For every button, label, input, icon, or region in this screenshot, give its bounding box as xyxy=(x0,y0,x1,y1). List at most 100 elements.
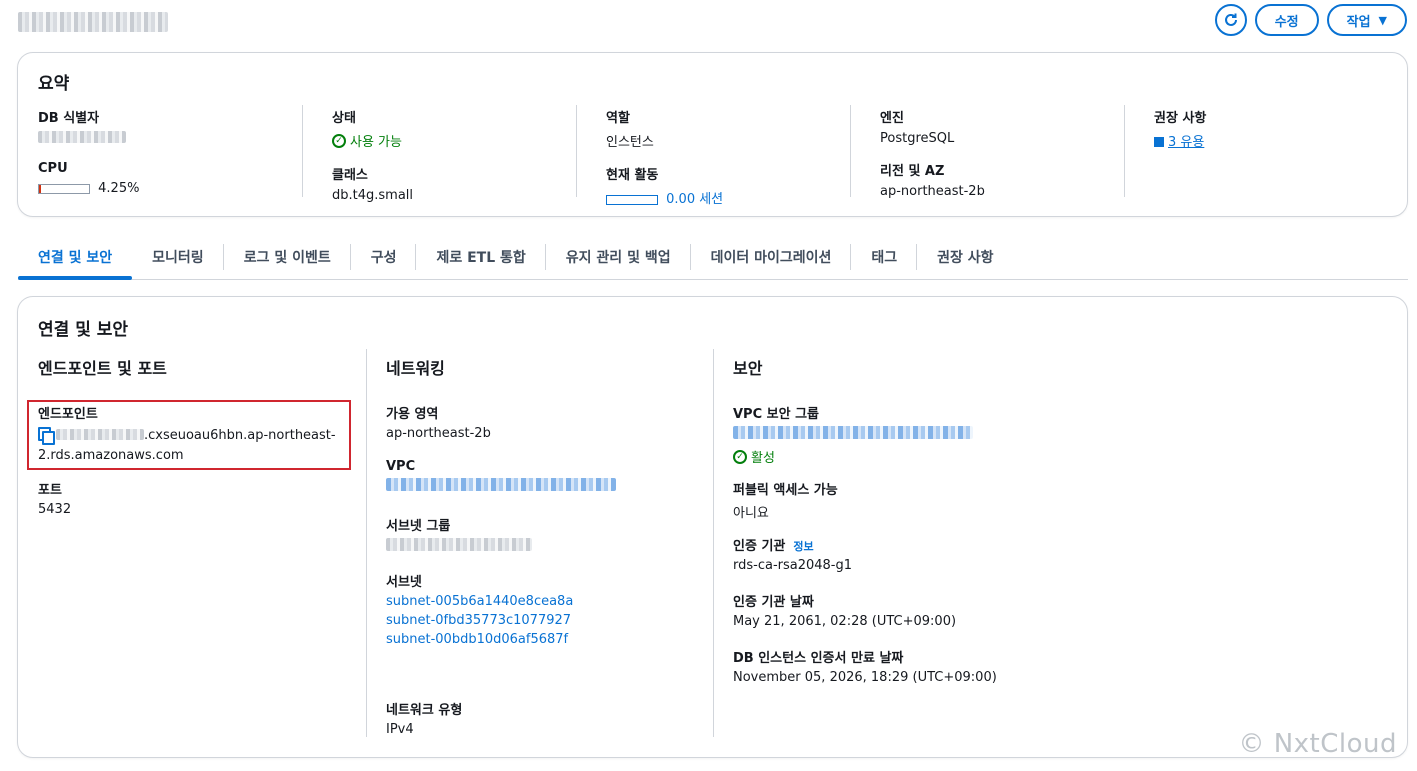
endpoints-title: 엔드포인트 및 포트 xyxy=(38,359,167,378)
vpc-sg-field: VPC 보안 그룹 ✓ 활성 xyxy=(733,403,973,466)
summary-col-status: 상태 ✓ 사용 가능 클래스 db.t4g.small xyxy=(332,107,572,203)
refresh-button[interactable] xyxy=(1214,4,1247,36)
endpoint-value-text: .cxseuoau6hbn.ap-northeast- xyxy=(144,428,336,443)
status-label: 상태 xyxy=(332,111,356,126)
role-label: 역할 xyxy=(606,111,630,126)
activity-row[interactable]: 0.00 세션 xyxy=(606,188,846,207)
vpc-label: VPC xyxy=(386,459,416,474)
cpu-label: CPU xyxy=(38,161,68,176)
cert-expiry-label: DB 인스턴스 인증서 만료 날짜 xyxy=(733,651,904,666)
tab-item[interactable]: 구성 xyxy=(351,240,417,274)
tab-label: 유지 관리 및 백업 xyxy=(565,250,671,266)
endpoint-value: .cxseuoau6hbn.ap-northeast- 2.rds.amazon… xyxy=(38,426,358,466)
tab-item[interactable]: 모니터링 xyxy=(132,240,224,274)
tab-item[interactable]: 권장 사항 xyxy=(917,240,1013,274)
status-badge: ✓ 사용 가능 xyxy=(332,131,572,150)
ca-date-value: May 21, 2061, 02:28 (UTC+09:00) xyxy=(733,614,957,629)
vpc-sg-status-badge: ✓ 활성 xyxy=(733,447,973,466)
copy-icon[interactable] xyxy=(38,427,55,445)
check-circle-icon: ✓ xyxy=(332,133,346,148)
tab-item[interactable]: 유지 관리 및 백업 xyxy=(546,240,691,274)
summary-panel: 요약 DB 식별자 CPU 4.25% 상태 ✓ 사용 가능 클래스 db.t4… xyxy=(17,52,1408,217)
public-access-value: 아니요 xyxy=(733,506,769,521)
vpc-sg-label: VPC 보안 그룹 xyxy=(733,407,820,422)
class-label: 클래스 xyxy=(332,168,368,183)
tab-label: 데이터 마이그레이션 xyxy=(710,250,832,266)
tab-item[interactable]: 데이터 마이그레이션 xyxy=(691,240,852,274)
ca-value: rds-ca-rsa2048-g1 xyxy=(733,558,853,573)
subnets-label: 서브넷 xyxy=(386,575,422,590)
ca-label-row: 인증 기관 정보 xyxy=(733,535,852,554)
security-title: 보안 xyxy=(733,359,763,378)
vpc-sg-status: 활성 xyxy=(751,451,775,466)
tab-item[interactable]: 연결 및 보안 xyxy=(18,240,133,280)
endpoint-prefix-redacted xyxy=(56,429,144,440)
subnet-link[interactable]: subnet-005b6a1440e8cea8a xyxy=(386,594,573,609)
recommendations-link[interactable]: 3 유용 xyxy=(1168,135,1204,150)
tab-item[interactable]: 태그 xyxy=(851,240,918,274)
cert-expiry-value: November 05, 2026, 18:29 (UTC+09:00) xyxy=(733,670,997,685)
recommendations-label: 권장 사항 xyxy=(1154,111,1207,126)
az-label: 가용 영역 xyxy=(386,407,439,422)
tab-item[interactable]: 제로 ETL 통합 xyxy=(416,240,546,274)
tab-label: 모니터링 xyxy=(152,250,204,266)
endpoint-label: 엔드포인트 xyxy=(38,407,98,422)
tab-label: 연결 및 보안 xyxy=(38,250,113,266)
subnet-group-redacted xyxy=(386,538,532,551)
port-value: 5432 xyxy=(38,502,72,517)
caret-down-icon: ▼ xyxy=(1378,13,1387,27)
az-field: 가용 영역 ap-northeast-2b xyxy=(386,403,491,441)
connectivity-title: 연결 및 보안 xyxy=(38,320,129,340)
port-label: 포트 xyxy=(38,483,62,498)
modify-button[interactable]: 수정 xyxy=(1254,4,1319,36)
role-value: 인스턴스 xyxy=(606,135,654,150)
ca-field: 인증 기관 정보 rds-ca-rsa2048-g1 xyxy=(733,535,852,573)
connectivity-panel: 연결 및 보안 엔드포인트 및 포트 엔드포인트 .cxseuoau6hbn.a… xyxy=(17,296,1408,758)
recommendations-row[interactable]: 3 유용 xyxy=(1154,131,1374,150)
networking-title: 네트워킹 xyxy=(386,359,445,378)
subnet-link[interactable]: subnet-0fbd35773c1077927 xyxy=(386,613,573,628)
actions-button-label: 작업 xyxy=(1346,14,1371,30)
actions-dropdown-button[interactable]: 작업 ▼ xyxy=(1326,4,1407,36)
vpc-sg-link-redacted[interactable] xyxy=(733,426,973,439)
tab-label: 제로 ETL 통합 xyxy=(436,250,526,266)
public-access-label: 퍼블릭 액세스 가능 xyxy=(733,483,838,498)
cert-expiry-field: DB 인스턴스 인증서 만료 날짜 November 05, 2026, 18:… xyxy=(733,647,997,685)
tab-item[interactable]: 로그 및 이벤트 xyxy=(224,240,351,274)
modify-button-label: 수정 xyxy=(1274,14,1299,30)
vpc-link-redacted[interactable] xyxy=(386,478,616,491)
detail-tabs: 연결 및 보안 모니터링 로그 및 이벤트 구성 제로 ETL 통합 유지 관리 및 백업… xyxy=(18,240,1408,280)
activity-meter xyxy=(606,194,658,205)
cpu-meter-row: 4.25% xyxy=(38,181,298,196)
ca-label: 인증 기관 xyxy=(733,539,786,554)
vpc-field: VPC xyxy=(386,459,616,495)
cpu-meter xyxy=(38,183,90,194)
cpu-value: 4.25% xyxy=(98,181,140,196)
networking-column: 네트워킹 xyxy=(386,355,706,379)
activity-label: 현재 활동 xyxy=(606,168,659,183)
region-label: 리전 및 AZ xyxy=(880,164,945,179)
tab-label: 구성 xyxy=(370,250,397,266)
status-value: 사용 가능 xyxy=(350,135,402,150)
endpoints-column: 엔드포인트 및 포트 xyxy=(38,355,358,379)
network-type-value: IPv4 xyxy=(386,722,414,737)
tab-label: 로그 및 이벤트 xyxy=(243,250,331,266)
ca-date-label: 인증 기관 날짜 xyxy=(733,595,814,610)
summary-col-recommendations: 권장 사항 3 유용 xyxy=(1154,107,1374,199)
refresh-icon xyxy=(1224,13,1237,26)
region-value: ap-northeast-2b xyxy=(880,184,985,199)
activity-value: 0.00 세션 xyxy=(666,192,724,207)
engine-value: PostgreSQL xyxy=(880,131,955,146)
engine-label: 엔진 xyxy=(880,111,904,126)
tab-label: 권장 사항 xyxy=(937,250,994,266)
subnet-link[interactable]: subnet-00bdb10d06af5687f xyxy=(386,632,573,647)
db-identifier-label: DB 식별자 xyxy=(38,111,100,126)
ca-info-link[interactable]: 정보 xyxy=(793,540,813,553)
summary-title: 요약 xyxy=(38,74,70,94)
recommendation-square-icon xyxy=(1154,137,1164,147)
security-column: 보안 xyxy=(733,355,1053,379)
class-value: db.t4g.small xyxy=(332,188,414,203)
watermark: © NxtCloud xyxy=(1238,729,1397,759)
port-field: 포트 5432 xyxy=(38,479,71,517)
summary-col-engine: 엔진 PostgreSQL 리전 및 AZ ap-northeast-2b xyxy=(880,107,1120,199)
